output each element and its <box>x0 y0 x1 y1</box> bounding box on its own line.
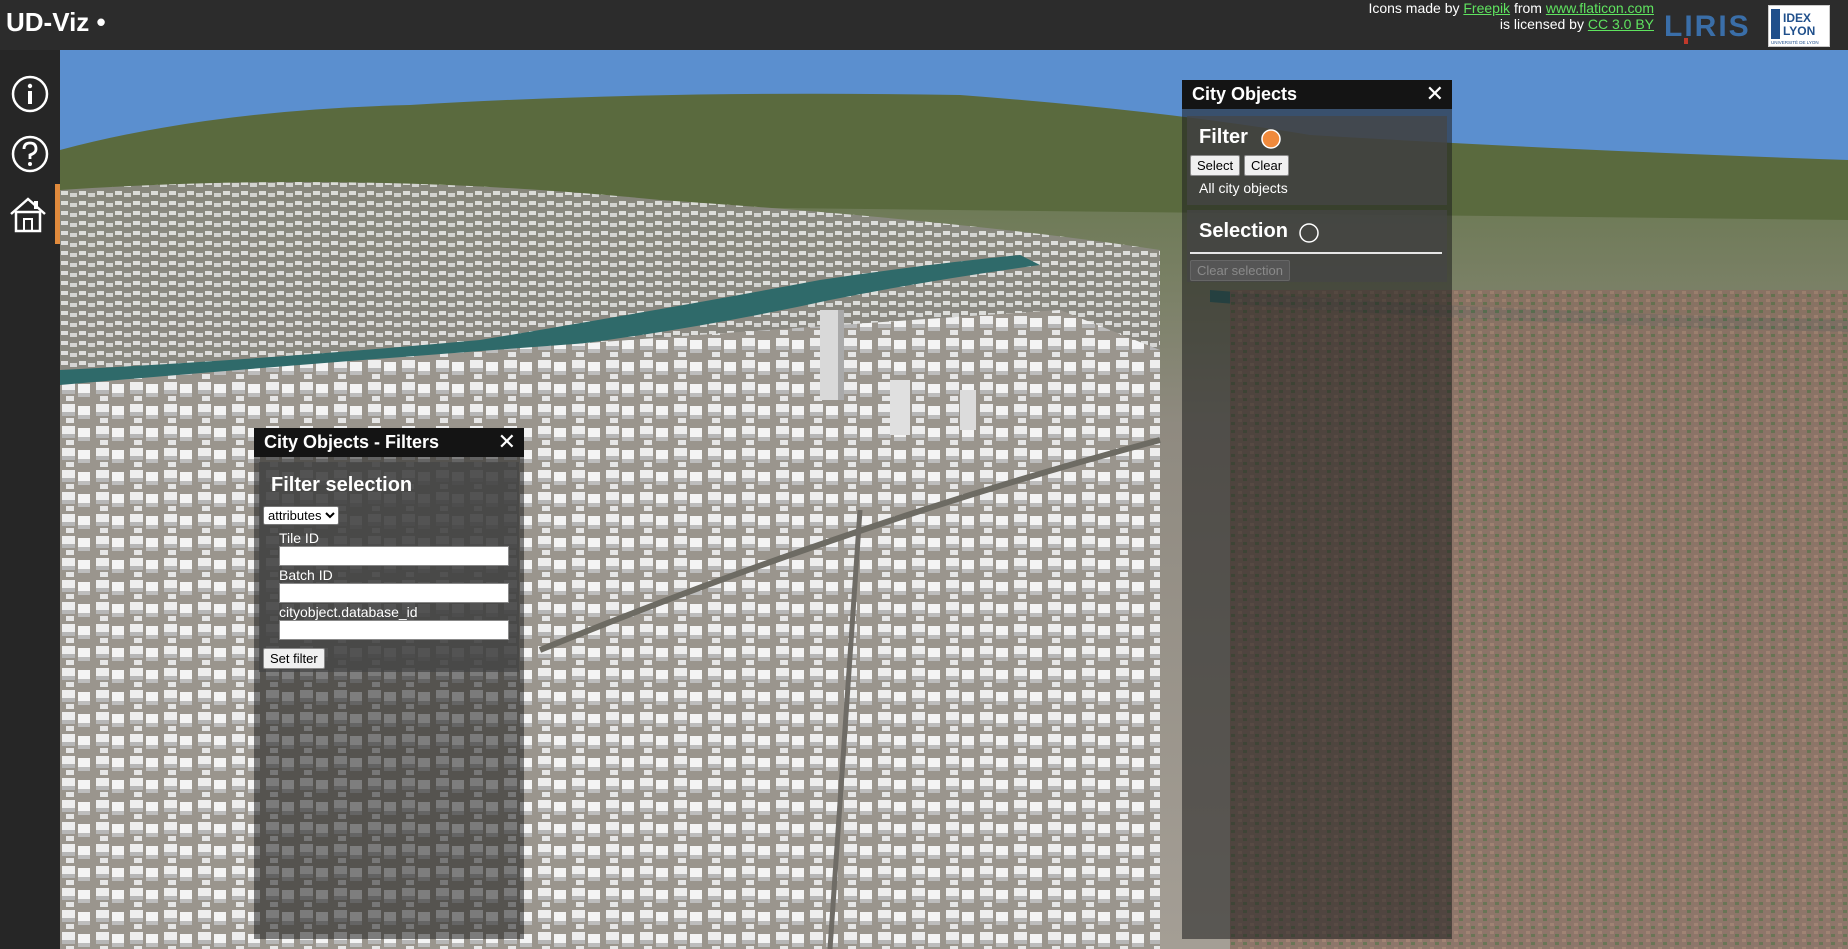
sidebar-item-about[interactable] <box>0 64 60 124</box>
liris-logo-text: LIRIS <box>1664 10 1751 43</box>
idex-logo-text: IDEX <box>1783 11 1811 25</box>
batch-id-input[interactable] <box>279 583 509 603</box>
filter-type-select[interactable]: attributes <box>263 506 339 525</box>
window-header: City Objects - Filters ✕ <box>254 428 524 457</box>
selection-indicator-icon <box>1299 223 1319 243</box>
selection-title: Selection <box>1199 220 1288 242</box>
database-id-label: cityobject.database_id <box>279 604 418 620</box>
header-bar: UD-Viz • Icons made by Freepik from www.… <box>0 0 1848 50</box>
flaticon-link[interactable]: www.flaticon.com <box>1546 0 1654 16</box>
icon-credits: Icons made by Freepik from www.flaticon.… <box>1368 0 1654 32</box>
credits-text: from <box>1510 0 1546 16</box>
help-icon <box>11 135 49 173</box>
sidebar-item-help[interactable] <box>0 124 60 184</box>
license-link[interactable]: CC 3.0 BY <box>1588 16 1654 32</box>
idex-logo-text: LYON <box>1783 24 1815 38</box>
filter-section: Filter Select Clear All city objects <box>1187 116 1447 205</box>
sidebar-item-city-objects[interactable] <box>0 184 60 244</box>
selection-section: Selection Clear selection <box>1187 210 1447 282</box>
close-icon[interactable]: ✕ <box>1426 83 1444 105</box>
idex-logo-text: UNIVERSITÉ DE LYON <box>1771 39 1819 45</box>
home-icon <box>9 197 46 233</box>
filter-status-text: All city objects <box>1199 180 1288 196</box>
section-divider <box>1190 252 1442 254</box>
section-title: Filter selection <box>271 474 413 496</box>
filter-title: Filter <box>1199 126 1248 148</box>
filter-selection-section: Filter selection attributes Tile ID Batc… <box>259 462 519 672</box>
sidebar <box>0 50 60 949</box>
window-title: City Objects - Filters <box>264 432 440 452</box>
set-filter-button[interactable]: Set filter <box>263 648 325 669</box>
credits-text: is licensed by <box>1499 16 1588 32</box>
credits-text: Icons made by <box>1368 0 1464 16</box>
select-filter-button[interactable]: Select <box>1190 155 1241 176</box>
idex-lyon-logo: IDEX LYON UNIVERSITÉ DE LYON <box>1768 5 1830 47</box>
database-id-input[interactable] <box>279 620 509 640</box>
liris-logo: LIRIS <box>1662 4 1758 46</box>
clear-filter-button[interactable]: Clear <box>1244 155 1290 176</box>
tile-id-label: Tile ID <box>279 530 319 546</box>
info-icon <box>11 75 49 113</box>
clear-selection-button[interactable]: Clear selection <box>1190 260 1290 281</box>
close-icon[interactable]: ✕ <box>498 431 516 453</box>
filter-active-indicator-icon <box>1261 129 1281 149</box>
tile-id-input[interactable] <box>279 546 509 566</box>
city-objects-window: City Objects ✕ Filter Select Clear All c… <box>1182 80 1452 939</box>
window-title: City Objects <box>1192 84 1298 104</box>
window-header: City Objects ✕ <box>1182 80 1452 109</box>
batch-id-label: Batch ID <box>279 567 333 583</box>
app-title: UD-Viz • <box>6 7 106 37</box>
freepik-link[interactable]: Freepik <box>1463 0 1510 16</box>
city-objects-filters-window: City Objects - Filters ✕ Filter selectio… <box>254 428 524 939</box>
